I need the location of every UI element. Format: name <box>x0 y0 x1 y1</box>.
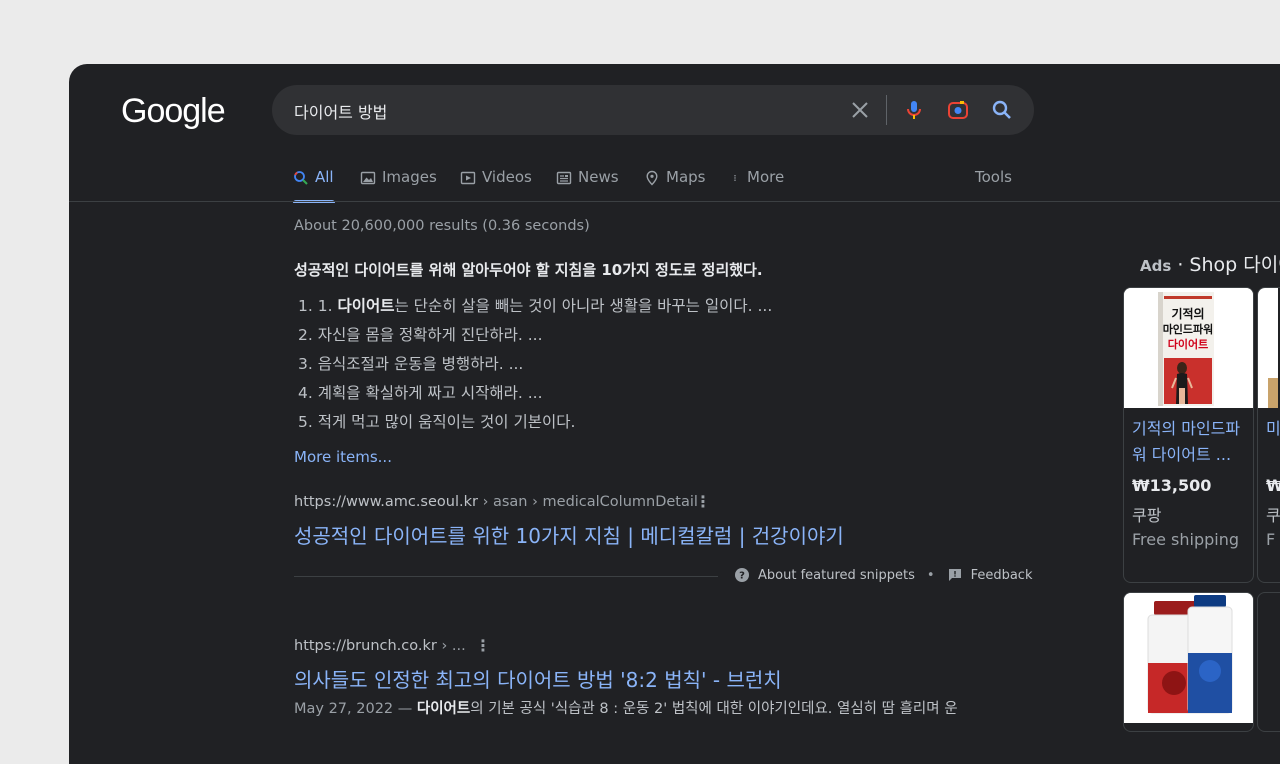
tab-news-label: News <box>578 168 619 186</box>
product-seller: 쿠 <box>1266 506 1280 525</box>
search-input[interactable]: 다이어트 방법 <box>294 99 387 123</box>
search-divider <box>886 95 887 125</box>
list-item-bold: 다이어트 <box>337 297 395 315</box>
microphone-icon[interactable] <box>902 98 926 122</box>
tab-maps[interactable]: Maps <box>644 168 705 204</box>
tab-all-label: All <box>315 168 334 186</box>
list-item: 4. 계획을 확실하게 짜고 시작해라. ... <box>294 382 772 411</box>
result-snippet-text: 의 기본 공식 '식습관 8 : 운동 2' 법칙에 대한 이야기인데요. 열심… <box>470 701 958 717</box>
list-item-text: 계획을 확실하게 짜고 시작해라. ... <box>317 384 543 402</box>
featured-snippet-heading: 성공적인 다이어트를 위해 알아두어야 할 지침을 10가지 정도로 정리했다. <box>294 261 763 279</box>
shop-title: Shop 다이어 <box>1189 254 1280 276</box>
product-image <box>1124 593 1253 723</box>
image-icon <box>360 171 376 185</box>
list-item-text: 음식조절과 운동을 병행하라. ... <box>317 355 524 373</box>
feedback-link[interactable]: Feedback <box>971 568 1033 583</box>
product-title[interactable]: 미어 <box>1266 416 1280 442</box>
ads-label: Ads <box>1140 257 1172 275</box>
about-featured-snippets-link[interactable]: About featured snippets <box>758 568 915 583</box>
tab-more[interactable]: More <box>733 168 784 204</box>
ads-separator: · <box>1177 254 1184 276</box>
search-icon <box>294 171 308 185</box>
product-image: 기적의 마인드파워 다이어트 <box>1124 288 1253 408</box>
product-price: ₩ <box>1266 476 1280 495</box>
list-item-text: 적게 먹고 많이 움직이는 것이 기본이다. <box>317 413 576 431</box>
book-title-line-3: 다이어트 <box>1168 337 1208 351</box>
search-icon[interactable] <box>990 98 1014 122</box>
list-item: 3. 음식조절과 운동을 병행하라. ... <box>294 353 772 382</box>
more-items-link[interactable]: More items... <box>294 448 392 466</box>
list-item-number: 3. <box>298 355 313 373</box>
product-shipping: Free shipping <box>1132 530 1240 549</box>
list-item-text: 는 단순히 살을 빼는 것이 아니라 생활을 바꾸는 일이다. ... <box>394 297 773 315</box>
list-item-text: 자신을 몸을 정확하게 진단하라. ... <box>317 326 543 344</box>
tab-videos-label: Videos <box>482 168 532 186</box>
list-item-number: 5. <box>298 413 313 431</box>
google-logo[interactable]: Google <box>121 92 226 131</box>
tools-button[interactable]: Tools <box>975 168 1012 186</box>
snippet-divider <box>294 576 718 577</box>
product-card[interactable] <box>1257 592 1280 732</box>
list-item-number: 2. <box>298 326 313 344</box>
result-snippet-bold: 다이어트 <box>416 701 471 717</box>
tab-images[interactable]: Images <box>360 168 437 204</box>
camera-lens-icon[interactable] <box>946 98 970 122</box>
more-vert-icon <box>734 175 736 181</box>
result-url[interactable]: https://brunch.co.kr › ... <box>294 638 466 654</box>
product-card[interactable] <box>1123 592 1254 732</box>
shopping-ads-header: Ads · Shop 다이어 <box>1140 250 1280 277</box>
result-snippet: May 27, 2022 — 다이어트의 기본 공식 '식습관 8 : 운동 2… <box>294 697 958 718</box>
result-url[interactable]: https://www.amc.seoul.kr › asan › medica… <box>294 494 698 510</box>
book-title-line-2: 마인드파워 <box>1163 322 1214 336</box>
featured-result-title[interactable]: 성공적인 다이어트를 위한 10가지 지침 | 메디컬칼럼 | 건강이야기 <box>294 520 844 549</box>
product-image <box>1258 288 1280 408</box>
list-item-prefix: 1. <box>317 297 338 315</box>
url-host: https://www.amc.seoul.kr <box>294 494 478 510</box>
product-card[interactable]: 기적의 마인드파워 다이어트 기적의 마인드파워 다이어트 ... ₩13,50… <box>1123 287 1254 583</box>
feedback-icon[interactable] <box>947 567 963 583</box>
news-icon <box>556 171 572 185</box>
help-circle-icon[interactable]: ? <box>734 567 750 583</box>
result-options-icon[interactable]: ⋮ <box>695 492 711 511</box>
map-pin-icon <box>646 170 658 186</box>
result-date: May 27, 2022 — <box>294 701 413 717</box>
list-item: 5. 적게 먹고 많이 움직이는 것이 기본이다. <box>294 411 772 440</box>
browser-window: Google 다이어트 방법 All Images Videos News Ma… <box>69 64 1280 764</box>
product-price: ₩13,500 <box>1132 476 1212 495</box>
svg-text:?: ? <box>739 571 745 582</box>
tab-maps-label: Maps <box>666 168 706 186</box>
separator-dot: • <box>926 567 935 583</box>
tab-more-label: More <box>747 168 785 186</box>
search-box[interactable]: 다이어트 방법 <box>272 85 1034 135</box>
product-title[interactable]: 기적의 마인드파워 다이어트 ... <box>1132 416 1250 468</box>
clear-icon[interactable] <box>848 98 872 122</box>
result-stats: About 20,600,000 results (0.36 seconds) <box>294 218 590 234</box>
book-title-line-1: 기적의 <box>1171 306 1204 321</box>
snippet-footer: ? About featured snippets • Feedback <box>734 567 1032 583</box>
url-host: https://brunch.co.kr <box>294 638 437 654</box>
list-item-number: 4. <box>298 384 313 402</box>
url-path: › asan › medicalColumnDetail <box>477 494 698 510</box>
product-shipping: F <box>1266 530 1276 549</box>
video-icon <box>460 171 476 185</box>
list-item: 1. 1. 다이어트는 단순히 살을 빼는 것이 아니라 생활을 바꾸는 일이다… <box>294 295 772 324</box>
tab-all[interactable]: All <box>293 168 335 204</box>
tabs-divider <box>69 201 1280 202</box>
featured-snippet-list: 1. 1. 다이어트는 단순히 살을 빼는 것이 아니라 생활을 바꾸는 일이다… <box>294 295 772 440</box>
product-seller: 쿠팡 <box>1132 506 1162 525</box>
result-options-icon[interactable]: ⋮ <box>475 636 491 655</box>
tab-news[interactable]: News <box>556 168 619 204</box>
result-title[interactable]: 의사들도 인정한 최고의 다이어트 방법 '8:2 법칙' - 브런치 <box>294 664 782 693</box>
url-path: › ... <box>436 638 466 654</box>
product-card[interactable]: 미어 ₩ 쿠 F <box>1257 287 1280 583</box>
list-item-number: 1. <box>298 297 313 315</box>
tab-videos[interactable]: Videos <box>460 168 532 204</box>
tab-images-label: Images <box>382 168 437 186</box>
list-item: 2. 자신을 몸을 정확하게 진단하라. ... <box>294 324 772 353</box>
